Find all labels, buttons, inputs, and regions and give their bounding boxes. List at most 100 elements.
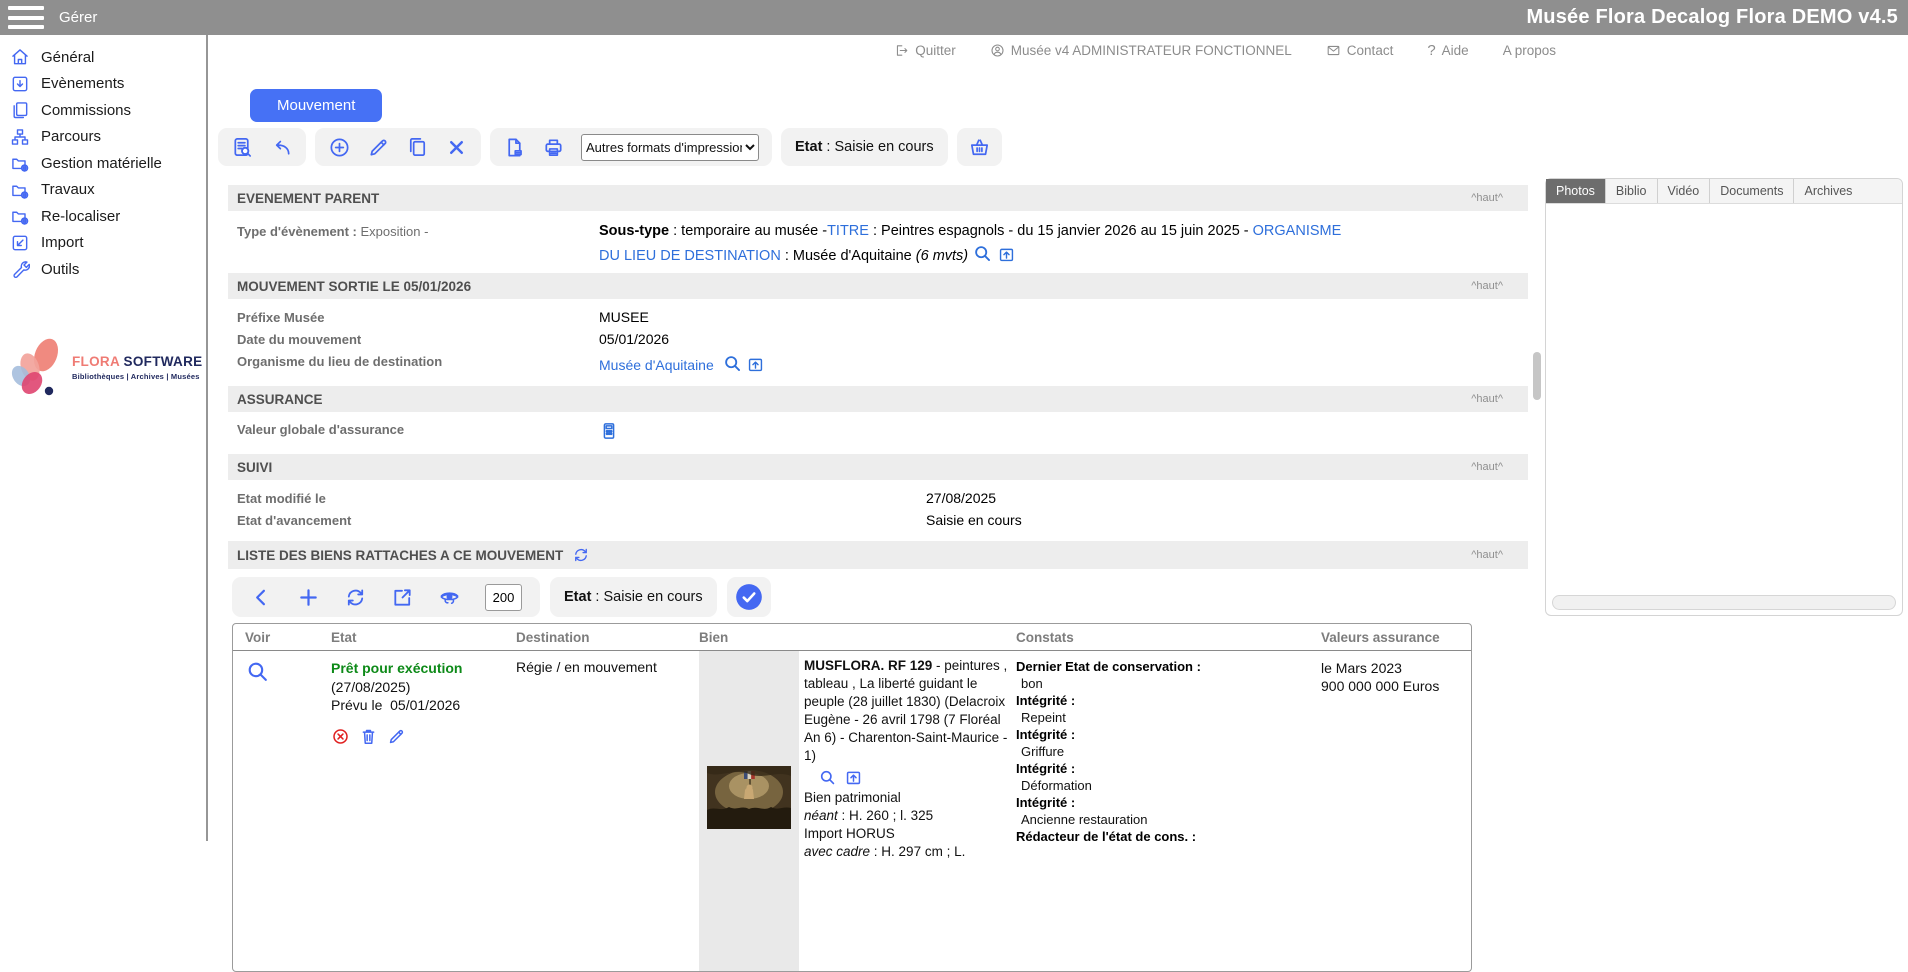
search-icon[interactable] [818,768,837,787]
document-print-icon[interactable] [503,136,526,159]
etat-status-pill[interactable]: Etat : Saisie en cours [781,128,948,166]
recycle-icon[interactable] [344,586,367,609]
field-label: Organisme du lieu de destination [228,352,599,369]
titre-link[interactable]: TITRE [827,223,869,239]
help-link[interactable]: ? Aide [1427,42,1468,59]
list-search-icon[interactable] [231,136,254,159]
media-panel: Photos Biblio Vidéo Documents Archives [1545,178,1903,616]
constat-value: Ancienne restauration [1016,812,1311,829]
copy-icon[interactable] [406,136,429,159]
dim2-value: : H. 297 cm ; L. [870,844,965,859]
open-window-icon[interactable] [997,245,1016,264]
toolbar-group-search [218,128,306,166]
field-etat-modifie: Etat modifié le 27/08/2025 [228,489,1528,511]
add-item-icon[interactable] [297,586,320,609]
field-label: Date du mouvement [228,330,599,347]
calculator-icon[interactable] [599,421,619,441]
utility-bar: Quitter Musée v4 ADMINISTRATEUR FONCTION… [894,42,1556,59]
logout-icon [894,43,909,58]
cancel-icon[interactable] [331,727,350,746]
flora-software-logo: FLORA SOFTWARE Bibliothèques | Archives … [6,335,206,401]
sidebar-item-gestion-materielle[interactable]: Gestion matérielle [0,150,206,177]
hamburger-menu-icon[interactable] [8,6,44,29]
list-etat-status-pill[interactable]: Etat : Saisie en cours [550,577,717,617]
sidebar-item-import[interactable]: Import [0,230,206,257]
inbox-down-icon [10,74,30,94]
go-top-link[interactable]: ^haut^ [1471,280,1503,292]
edit-icon[interactable] [367,136,390,159]
basket-button[interactable] [957,128,1002,166]
horizontal-scrollbar[interactable] [1552,595,1896,610]
constat-value: bon [1016,676,1311,693]
bien-desc: - peintures , tableau , La liberté guida… [804,658,1007,763]
flora-butterfly-icon [6,335,68,401]
basket-icon [968,136,991,159]
refresh-icon[interactable] [572,546,590,564]
app-title: Musée Flora Decalog Flora DEMO v4.5 [1526,6,1898,29]
open-window-icon[interactable] [746,355,765,374]
musee-aquitaine-link[interactable]: Musée d'Aquitaine [599,357,714,373]
about-link[interactable]: A propos [1503,43,1556,58]
question-icon: ? [1427,42,1435,59]
chevron-left-icon[interactable] [250,586,273,609]
quit-label: Quitter [915,43,956,58]
confirm-selection-button[interactable] [727,577,771,617]
check-circle-icon [735,583,763,611]
sidebar-item-general[interactable]: Général [0,44,206,71]
import-icon [10,233,30,253]
artwork-thumbnail[interactable] [707,766,791,829]
etat-sep: : [822,139,834,155]
open-window-icon[interactable] [844,768,863,787]
tab-archives[interactable]: Archives [1794,179,1862,203]
etat-value: Saisie en cours [835,139,934,155]
go-top-link[interactable]: ^haut^ [1471,461,1503,473]
sidebar-item-commissions[interactable]: Commissions [0,97,206,124]
horus-eye-icon[interactable] [438,586,461,609]
folder-globe-icon [10,180,30,200]
section-title: ASSURANCE [237,392,323,407]
go-top-link[interactable]: ^haut^ [1471,192,1503,204]
etat-value: Saisie en cours [604,589,703,605]
field-value: 27/08/2025 [926,489,996,506]
type-evenement-label: Type d'évènement : [237,224,357,239]
export-icon[interactable] [391,586,414,609]
search-icon[interactable] [972,243,993,264]
tab-photos[interactable]: Photos [1546,179,1606,203]
sidebar-item-parcours[interactable]: Parcours [0,124,206,151]
trash-icon[interactable] [359,727,378,746]
user-account[interactable]: Musée v4 ADMINISTRATEUR FONCTIONNEL [990,43,1292,58]
constat-label: Dernier Etat de conservation : [1016,659,1311,676]
bien-description: MUSFLORA. RF 129 - peintures , tableau ,… [799,651,1011,971]
sitemap-icon [10,127,30,147]
bien-ref: MUSFLORA. RF 129 [804,658,932,673]
mvts-count: (6 mvts) [916,248,968,264]
add-icon[interactable] [328,136,351,159]
go-top-link[interactable]: ^haut^ [1471,549,1503,561]
menu-gerer[interactable]: Gérer [59,9,97,26]
delete-icon[interactable] [445,136,468,159]
field-organisme-destination: Organisme du lieu de destination Musée d… [228,352,1528,374]
sidebar-item-label: Import [41,234,84,251]
dim1-label: néant [804,808,838,823]
go-top-link[interactable]: ^haut^ [1471,393,1503,405]
view-search-icon[interactable] [245,659,270,684]
sidebar-item-evenements[interactable]: Evènements [0,71,206,98]
contact-link[interactable]: Contact [1326,43,1394,58]
sidebar-item-outils[interactable]: Outils [0,256,206,283]
tab-mouvement[interactable]: Mouvement [250,89,382,122]
tab-documents[interactable]: Documents [1710,179,1794,203]
search-icon[interactable] [722,353,743,374]
sidebar-item-travaux[interactable]: Travaux [0,177,206,204]
printer-icon[interactable] [542,136,565,159]
page-size-input[interactable] [485,584,522,611]
sidebar-item-relocaliser[interactable]: Re-localiser [0,203,206,230]
quit-link[interactable]: Quitter [894,43,956,58]
print-format-select[interactable]: Autres formats d'impression... [581,134,759,161]
vertical-scrollbar-thumb[interactable] [1533,352,1541,400]
undo-icon[interactable] [270,136,293,159]
tab-video[interactable]: Vidéo [1658,179,1711,203]
field-value: MUSEE [599,308,649,325]
tab-biblio[interactable]: Biblio [1606,179,1658,203]
edit-icon[interactable] [387,727,406,746]
constat-value: Déformation [1016,778,1311,795]
